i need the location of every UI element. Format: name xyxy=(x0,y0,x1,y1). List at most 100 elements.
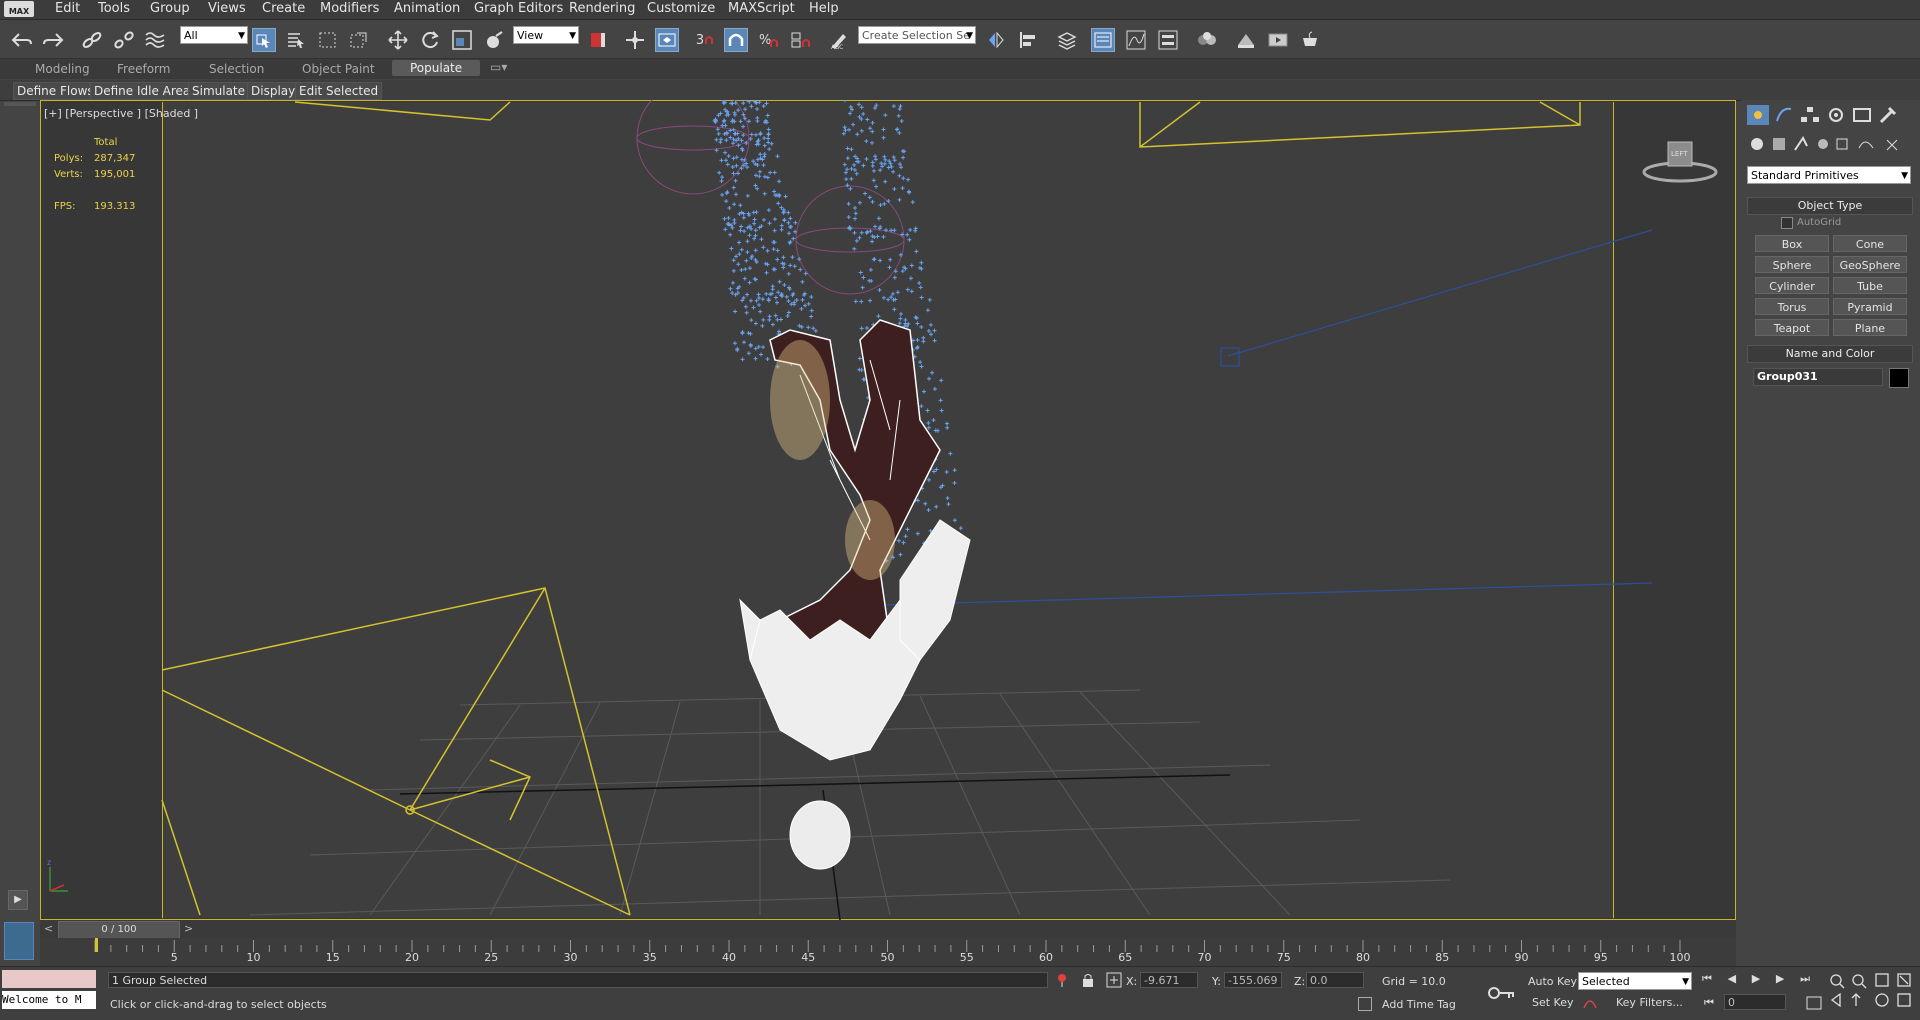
material-editor-icon[interactable] xyxy=(1195,28,1219,52)
utilities-tab-icon[interactable] xyxy=(1877,105,1899,125)
rect-region-icon[interactable] xyxy=(316,28,340,52)
viewport-layout-tab[interactable] xyxy=(4,102,36,106)
sphere-button[interactable]: Sphere xyxy=(1755,256,1829,273)
tube-button[interactable]: Tube xyxy=(1833,277,1907,294)
angle-snap-icon[interactable] xyxy=(724,28,748,52)
object-type-rollout-header[interactable]: Object Type xyxy=(1747,197,1913,215)
render-icon[interactable] xyxy=(1298,28,1322,52)
link-icon[interactable] xyxy=(80,28,104,52)
time-slider-thumb[interactable]: 0 / 100 xyxy=(58,921,180,939)
scene-explorer-icon[interactable] xyxy=(1091,28,1115,52)
maxscript-listener-input[interactable] xyxy=(2,970,96,988)
isolate-selection-icon[interactable] xyxy=(1056,973,1068,987)
primitive-category-dropdown[interactable]: Standard Primitives▼ xyxy=(1747,166,1911,184)
viewport-label[interactable]: [+] [Perspective ] [Shaded ] xyxy=(44,107,198,120)
previous-frame-icon[interactable]: ◀︎ xyxy=(1728,972,1736,988)
goto-start-icon[interactable]: ⏮ xyxy=(1702,972,1712,988)
scale-icon[interactable] xyxy=(450,28,474,52)
cone-button[interactable]: Cone xyxy=(1833,235,1907,252)
select-manipulate-icon[interactable] xyxy=(623,28,647,52)
tab-freeform[interactable]: Freeform xyxy=(117,62,170,76)
menu-animation[interactable]: Animation xyxy=(394,1,460,16)
camera-object[interactable] xyxy=(162,588,630,915)
select-object-icon[interactable] xyxy=(252,28,276,52)
mirror-icon[interactable] xyxy=(984,28,1008,52)
next-frame-icon[interactable]: ▶︎ xyxy=(1776,972,1784,988)
menu-maxscript[interactable]: MAXScript xyxy=(728,1,795,16)
menu-views[interactable]: Views xyxy=(208,1,246,16)
tab-modeling[interactable]: Modeling xyxy=(35,62,90,76)
percent-snap-icon[interactable]: % xyxy=(756,28,780,52)
display-button[interactable]: Display xyxy=(247,82,299,100)
geosphere-button[interactable]: GeoSphere xyxy=(1833,256,1907,273)
window-crossing-icon[interactable] xyxy=(347,28,371,52)
torus-button[interactable]: Torus xyxy=(1755,298,1829,315)
move-icon[interactable] xyxy=(386,28,410,52)
render-setup-icon[interactable] xyxy=(1234,28,1258,52)
z-coordinate-field[interactable]: 0.0 xyxy=(1306,972,1364,988)
tab-object-paint[interactable]: Object Paint xyxy=(302,62,375,76)
modify-tab-icon[interactable] xyxy=(1773,105,1795,125)
menu-group[interactable]: Group xyxy=(150,1,190,16)
add-time-tag-button[interactable]: Add Time Tag xyxy=(1382,998,1456,1011)
selection-lock-icon[interactable] xyxy=(1082,973,1094,987)
layer-icon[interactable] xyxy=(1055,28,1079,52)
menu-create[interactable]: Create xyxy=(262,1,305,16)
viewport-layout-play-icon[interactable]: ▶ xyxy=(8,890,28,910)
spinner-snap-icon[interactable] xyxy=(788,28,812,52)
rotate-icon[interactable] xyxy=(418,28,442,52)
time-slider[interactable]: < 0 / 100 > xyxy=(40,920,1736,938)
display-tab-icon[interactable] xyxy=(1851,105,1873,125)
named-selection-dropdown[interactable]: Create Selection Se▼ xyxy=(858,26,976,44)
mini-curve-toggle-icon[interactable] xyxy=(4,922,34,960)
time-tag-icon[interactable] xyxy=(1358,997,1372,1011)
selection-filter-dropdown[interactable]: All▼ xyxy=(180,26,248,44)
hierarchy-tab-icon[interactable] xyxy=(1799,105,1821,125)
time-configuration-icon[interactable] xyxy=(1806,996,1822,1010)
place-icon[interactable] xyxy=(482,28,506,52)
menu-help[interactable]: Help xyxy=(809,1,839,16)
menu-graph-editors[interactable]: Graph Editors xyxy=(474,1,563,16)
render-frame-icon[interactable] xyxy=(1266,28,1290,52)
teapot-button[interactable]: Teapot xyxy=(1755,319,1829,336)
menu-edit[interactable]: Edit xyxy=(55,1,80,16)
simulate-button[interactable]: Simulate xyxy=(188,82,249,100)
key-filters-button[interactable]: Key Filters... xyxy=(1616,996,1683,1009)
curve-editor-icon[interactable] xyxy=(1124,28,1148,52)
set-key-button[interactable]: Set Key xyxy=(1532,996,1574,1009)
camera-object-top[interactable] xyxy=(295,102,1580,147)
auto-key-button[interactable]: Auto Key xyxy=(1528,975,1577,988)
select-by-name-icon[interactable] xyxy=(284,28,308,52)
autogrid-checkbox[interactable] xyxy=(1781,217,1793,229)
ribbon-options-icon[interactable]: ▭▾ xyxy=(490,60,507,74)
motion-tab-icon[interactable] xyxy=(1825,105,1847,125)
plane-button[interactable]: Plane xyxy=(1833,319,1907,336)
schematic-icon[interactable] xyxy=(1156,28,1180,52)
name-color-rollout-header[interactable]: Name and Color xyxy=(1747,345,1913,363)
tab-selection[interactable]: Selection xyxy=(209,62,264,76)
define-idle-areas-button[interactable]: Define Idle Areas xyxy=(90,82,201,100)
current-frame-field[interactable]: 0 xyxy=(1724,994,1786,1010)
undo-icon[interactable] xyxy=(10,28,34,52)
menu-tools[interactable]: Tools xyxy=(98,1,130,16)
character-mesh[interactable] xyxy=(740,320,970,869)
bind-spacewarp-icon[interactable] xyxy=(143,28,167,52)
tab-populate[interactable]: Populate xyxy=(392,60,480,76)
track-bar[interactable]: 5101520253035404550556065707580859095100 xyxy=(40,938,1736,966)
set-key-icon[interactable] xyxy=(1486,983,1516,1003)
edit-selected-button[interactable]: Edit Selected xyxy=(295,82,382,100)
app-logo[interactable]: MAX xyxy=(4,1,34,17)
create-tab-icon[interactable] xyxy=(1747,105,1769,125)
menu-rendering[interactable]: Rendering xyxy=(569,1,635,16)
keyboard-shortcut-override-icon[interactable] xyxy=(655,28,679,52)
object-name-field[interactable]: Group031 xyxy=(1753,368,1883,386)
x-coordinate-field[interactable]: -9.671 xyxy=(1140,972,1198,988)
play-icon[interactable]: ▶︎ xyxy=(1752,972,1760,988)
y-coordinate-field[interactable]: -155.069 xyxy=(1224,972,1282,988)
key-mode-toggle-icon[interactable]: ⏮ xyxy=(1704,996,1714,1010)
edit-named-selection-icon[interactable]: ABC xyxy=(827,28,851,52)
key-mode-dropdown[interactable]: Selected▼ xyxy=(1578,972,1692,990)
pivot-center-icon[interactable] xyxy=(586,28,610,52)
perspective-scene[interactable] xyxy=(40,100,1736,920)
goto-end-icon[interactable]: ⏭ xyxy=(1800,972,1810,988)
